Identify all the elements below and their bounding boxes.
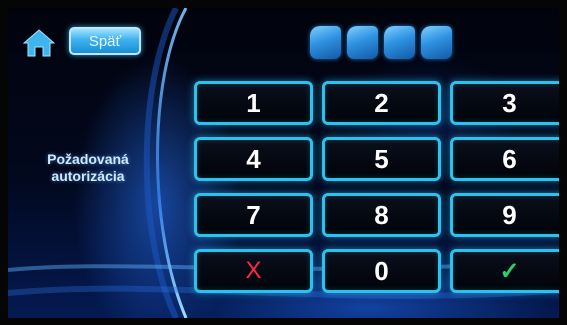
key-2[interactable]: 2 — [322, 81, 441, 125]
key-6[interactable]: 6 — [450, 137, 559, 181]
back-button[interactable]: Späť — [69, 27, 141, 55]
authorization-required-message: Požadovaná autorizácia — [47, 151, 129, 184]
home-button[interactable] — [22, 28, 56, 58]
confirm-button[interactable]: ✓ — [450, 249, 559, 293]
home-icon — [23, 29, 55, 57]
checkmark-icon: ✓ — [499, 257, 520, 285]
key-5[interactable]: 5 — [322, 137, 441, 181]
key-7[interactable]: 7 — [194, 193, 313, 237]
numeric-keypad: 1 2 3 4 5 6 7 8 9 X 0 ✓ — [194, 81, 559, 293]
device-frame: Späť Požadovaná autorizácia 1 2 3 4 5 6 … — [0, 0, 567, 325]
key-8[interactable]: 8 — [322, 193, 441, 237]
key-1[interactable]: 1 — [194, 81, 313, 125]
pin-digit-slot — [347, 26, 378, 59]
cancel-button[interactable]: X — [194, 249, 313, 293]
pin-digit-slot — [310, 26, 341, 59]
key-4[interactable]: 4 — [194, 137, 313, 181]
pin-digit-slot — [384, 26, 415, 59]
pin-digit-slot — [421, 26, 452, 59]
key-9[interactable]: 9 — [450, 193, 559, 237]
pin-indicator — [310, 26, 452, 59]
key-0[interactable]: 0 — [322, 249, 441, 293]
cancel-x-icon: X — [245, 257, 262, 284]
touch-screen: Späť Požadovaná autorizácia 1 2 3 4 5 6 … — [8, 8, 559, 318]
key-3[interactable]: 3 — [450, 81, 559, 125]
